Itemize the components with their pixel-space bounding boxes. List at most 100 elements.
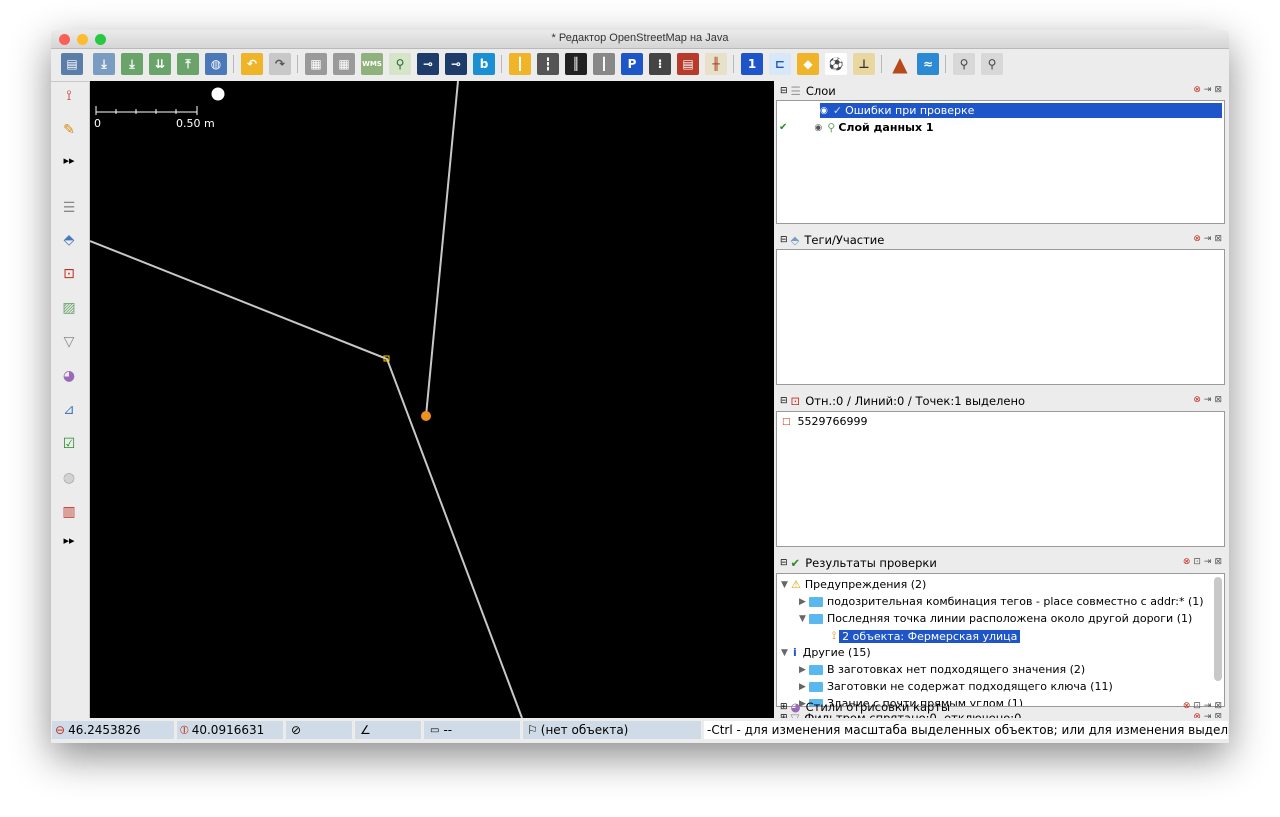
latitude-value: 46.2453826 <box>68 723 141 737</box>
josm-window: * Редактор OpenStreetMap на Java ▤ ⤓ ⤓ ⇊… <box>51 30 1229 743</box>
road-track-icon[interactable]: ┃ <box>593 53 615 75</box>
football-icon[interactable]: ⚽ <box>825 53 847 75</box>
hotel-bed-icon[interactable]: ⊏ <box>769 53 791 75</box>
status-bar: ⊞ ◕ Стили отрисовки карты ⊗ ⊡ ⇥ ⊠ ⊖ 46.2453… <box>51 700 1229 743</box>
layers-icon: ☰ <box>790 84 801 98</box>
layer-item-data[interactable]: ✔ ◉ ⚲ Слой данных 1 <box>779 120 934 135</box>
railway-icon[interactable]: ╫ <box>705 53 727 75</box>
river-icon[interactable]: ≈ <box>917 53 939 75</box>
barcode-icon[interactable]: ▥ <box>59 502 79 522</box>
panel-controls[interactable]: ⊗ ⊡ ⇥ ⊠ <box>1183 701 1222 711</box>
node-icon: □ <box>782 416 791 427</box>
road-primary-icon[interactable]: ┃ <box>509 53 531 75</box>
join-way-icon[interactable]: ⊸ <box>417 53 439 75</box>
farm-street-way[interactable] <box>90 240 523 718</box>
tree-item[interactable]: ▶ В заготовках нет подходящего значения … <box>799 663 1085 676</box>
expand-arrows-icon[interactable]: ▸▸ <box>59 150 79 170</box>
collapse-icon[interactable]: ⊟ <box>780 396 788 406</box>
upload-web-icon[interactable]: ◍ <box>205 53 227 75</box>
compass-dot[interactable] <box>211 87 225 101</box>
undo-icon[interactable]: ↶ <box>241 53 263 75</box>
image-icon[interactable]: ▨ <box>59 298 79 318</box>
layer-label: Слой данных 1 <box>838 121 934 134</box>
selection-panel-header[interactable]: ⊟ ⊡ Отн.:0 / Линий:0 / Точек:1 выделено … <box>776 393 1226 409</box>
eye-icon[interactable]: ◉ <box>814 123 822 133</box>
tree-others[interactable]: ▼ i Другие (15) <box>781 646 871 659</box>
tree-item-selected[interactable]: ⟟ 2 объекта: Фермерская улица <box>832 629 1021 643</box>
collapse-icon[interactable]: ⊟ <box>780 558 788 568</box>
heading-field: ⊘ <box>286 721 352 739</box>
open-location-icon[interactable]: ⤓ <box>93 53 115 75</box>
styles-panel-header[interactable]: ⊞ ◕ Стили отрисовки карты ⊗ ⊡ ⇥ ⊠ <box>776 699 1226 715</box>
globe-icon[interactable]: ◍ <box>59 468 79 488</box>
collapse-icon[interactable]: ⊟ <box>780 86 788 96</box>
house-number-icon[interactable]: 1 <box>741 53 763 75</box>
map-canvas: 0 0.50 m <box>90 81 523 718</box>
draw-nodes-icon[interactable]: ⟟ <box>59 86 79 106</box>
eye-icon[interactable]: ◉ <box>820 106 828 116</box>
wall-icon[interactable]: ▤ <box>677 53 699 75</box>
angle-icon: ∠ <box>360 723 371 737</box>
building-way[interactable] <box>425 81 459 417</box>
traffic-light-icon[interactable]: ⁝ <box>649 53 671 75</box>
shop-icon[interactable]: ◆ <box>797 53 819 75</box>
tag-icon[interactable]: ⬘ <box>59 230 79 250</box>
collapse-icon[interactable]: ⊟ <box>780 235 788 245</box>
expand-icon[interactable]: ⊞ <box>780 702 788 712</box>
tree-item[interactable]: ▶ подозрительная комбинация тегов - plac… <box>799 595 1204 608</box>
tree-item[interactable]: ▼ Последняя точка линии расположена окол… <box>799 612 1192 625</box>
panel-controls[interactable]: ⊗ ⇥ ⊠ <box>1193 395 1222 405</box>
validator-icon[interactable]: ☑ <box>59 434 79 454</box>
tags-panel-header[interactable]: ⊟ ⬘ Теги/Участие ⊗ ⇥ ⊠ <box>776 232 1226 248</box>
tree-label: Заготовки не содержат подходящего ключа … <box>827 680 1113 693</box>
imagery-grid-icon[interactable]: ▦ <box>333 53 355 75</box>
pencil-icon[interactable]: ✎ <box>59 120 79 140</box>
tree-label: Предупреждения (2) <box>804 578 927 591</box>
peak-icon[interactable]: ▲ <box>889 52 911 76</box>
selection-item[interactable]: □ 5529766999 <box>782 415 868 428</box>
layers-panel-header[interactable]: ⊟ ☰ Слои ⊗ ⇥ ⊠ <box>776 83 1226 99</box>
selected-node[interactable] <box>421 411 431 421</box>
open-file-icon[interactable]: ▤ <box>61 53 83 75</box>
road-secondary-icon[interactable]: ┇ <box>537 53 559 75</box>
tree-warnings[interactable]: ▼ ⚠ Предупреждения (2) <box>781 578 926 591</box>
bing-icon[interactable]: b <box>473 53 495 75</box>
styles-title: Стили отрисовки карты <box>805 700 951 714</box>
layers-icon[interactable]: ☰ <box>59 198 79 218</box>
download-area-icon[interactable]: ⇊ <box>149 53 171 75</box>
toolbar-separator <box>733 55 734 73</box>
longitude-value: 40.0916631 <box>191 723 265 737</box>
panel-controls[interactable]: ⊗ ⇥ ⊠ <box>1193 85 1222 95</box>
map-modes-toolbar: ⟟ ✎ ▸▸ ☰ ⬘ ⊡ ▨ ▽ ◕ ⊿ ☑ ◍ ▥ ▸▸ <box>51 82 90 718</box>
map-view[interactable]: 0 0.50 m <box>90 81 774 718</box>
download-icon[interactable]: ⤓ <box>121 53 143 75</box>
validation-panel-header[interactable]: ⊟ ✔ Результаты проверки ⊗ ⊡ ⇥ ⊠ <box>776 555 1226 571</box>
relation-icon[interactable]: ⊡ <box>59 264 79 284</box>
selection-icon: ⊡ <box>790 394 801 408</box>
palette-icon[interactable]: ◕ <box>59 366 79 386</box>
tree-item[interactable]: ▶ Заготовки не содержат подходящего ключ… <box>799 680 1113 693</box>
parking-icon[interactable]: P <box>621 53 643 75</box>
object-value: (нет объекта) <box>540 723 629 737</box>
data-layer-icon: ⚲ <box>827 121 836 134</box>
preferences-grid-icon[interactable]: ▦ <box>305 53 327 75</box>
panel-controls[interactable]: ⊗ ⊡ ⇥ ⊠ <box>1183 557 1222 567</box>
layer-item-validation[interactable]: ◉ ✓ Ошибки при проверке <box>820 103 1222 118</box>
upload-icon[interactable]: ⤒ <box>177 53 199 75</box>
industry-icon[interactable]: ⊥ <box>853 53 875 75</box>
split-way-icon[interactable]: ⊸ <box>445 53 467 75</box>
filter-icon[interactable]: ▽ <box>59 332 79 352</box>
chart-icon[interactable]: ⊿ <box>59 400 79 420</box>
zoom-in-icon[interactable]: ⚲ <box>953 53 975 75</box>
zoom-out-icon[interactable]: ⚲ <box>981 53 1003 75</box>
expand-arrows-icon[interactable]: ▸▸ <box>59 530 79 550</box>
search-icon[interactable]: ⚲ <box>389 53 411 75</box>
redo-icon[interactable]: ↷ <box>269 53 291 75</box>
wms-tms-icon[interactable]: WMS <box>361 53 383 75</box>
road-tertiary-icon[interactable]: ║ <box>565 53 587 75</box>
scrollbar-thumb[interactable] <box>1214 577 1222 681</box>
panel-controls[interactable]: ⊗ ⇥ ⊠ <box>1193 234 1222 244</box>
tree-label: подозрительная комбинация тегов - place … <box>827 595 1204 608</box>
ruler-icon: ▭ <box>430 724 440 736</box>
layer-label: Ошибки при проверке <box>845 104 975 117</box>
